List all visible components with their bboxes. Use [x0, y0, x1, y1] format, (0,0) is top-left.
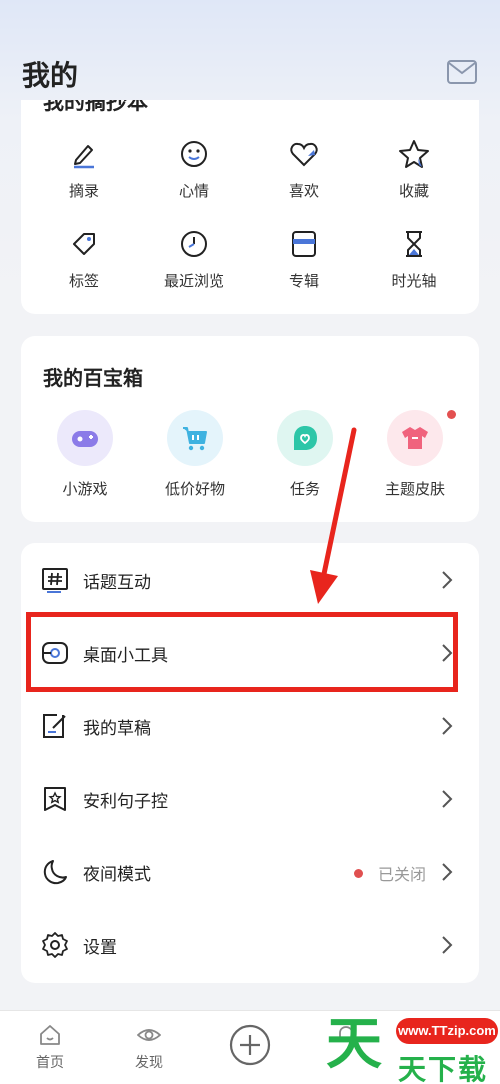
watermark-logo: 天 — [326, 1012, 382, 1077]
watermark: 天 www.TTzip.com 天下载 — [322, 1008, 500, 1084]
chevron-right-icon — [442, 790, 453, 808]
hourglass-icon — [406, 231, 422, 257]
notebook-item-tag[interactable]: 标签 — [29, 228, 139, 291]
notebook-item-label: 摘录 — [68, 182, 99, 200]
notebook-item-label: 时光轴 — [391, 272, 437, 290]
toolbox-item-themes[interactable]: 主题皮肤 — [360, 410, 470, 499]
night-mode-status: 已关闭 — [378, 865, 427, 884]
cart-icon — [167, 410, 223, 466]
album-icon — [292, 231, 316, 257]
menu-row-topics[interactable]: 话题互动 — [21, 543, 479, 616]
home-icon — [40, 1025, 60, 1045]
heart-icon — [290, 142, 318, 167]
menu-row-drafts[interactable]: 我的草稿 — [21, 689, 479, 762]
clock-icon — [181, 231, 207, 257]
highlight-box — [26, 612, 458, 692]
menu-row-label: 我的草稿 — [83, 719, 151, 739]
header: 我的 — [0, 0, 500, 110]
notebook-item-label: 最近浏览 — [163, 272, 224, 290]
notebook-item-label: 喜欢 — [288, 182, 319, 200]
notebook-item-label: 心情 — [178, 182, 209, 200]
chevron-right-icon — [442, 863, 453, 881]
shirt-icon — [387, 410, 443, 466]
notebook-item-label: 标签 — [68, 272, 99, 290]
toolbox-item-label: 低价好物 — [164, 480, 225, 498]
notebook-item-label: 收藏 — [398, 182, 429, 200]
annotation-arrow — [310, 427, 357, 604]
smile-icon — [181, 141, 207, 167]
notebook-item-like[interactable]: 喜欢 — [249, 138, 359, 201]
menu-row-label: 设置 — [83, 938, 117, 958]
toolbox-item-label: 小游戏 — [62, 480, 108, 498]
menu-row-night-mode[interactable]: 夜间模式 已关闭 — [21, 835, 479, 908]
notification-dot — [447, 410, 456, 419]
recommend-icon — [44, 787, 66, 811]
pen-icon — [74, 145, 94, 169]
nav-discover[interactable]: 发现 — [119, 1023, 179, 1072]
gamepad-icon — [57, 410, 113, 466]
notebook-title: 我的摘抄本 — [43, 100, 148, 114]
watermark-text: 天下载 — [398, 1053, 489, 1084]
toolbox-item-games[interactable]: 小游戏 — [30, 410, 140, 499]
menu-row-recommend[interactable]: 安利句子控 — [21, 762, 479, 835]
notebook-item-recent[interactable]: 最近浏览 — [139, 228, 249, 291]
nav-home[interactable]: 首页 — [20, 1023, 80, 1072]
menu-row-label: 夜间模式 — [83, 865, 151, 885]
status-dot — [354, 869, 363, 878]
plus-circle-icon[interactable] — [228, 1023, 272, 1067]
nav-label: 发现 — [135, 1055, 163, 1071]
chevron-right-icon — [442, 936, 453, 954]
notebook-item-excerpt[interactable]: 摘录 — [29, 138, 139, 201]
hashtag-icon — [42, 568, 68, 593]
watermark-url: www.TTzip.com — [396, 1018, 498, 1044]
notebook-item-timeline[interactable]: 时光轴 — [359, 228, 469, 291]
tag-icon — [73, 233, 95, 255]
toolbox-card: 我的百宝箱 小游戏 低价好物 任务 主题皮肤 — [21, 336, 479, 522]
notebook-item-favorite[interactable]: 收藏 — [359, 138, 469, 201]
menu-row-label: 话题互动 — [83, 573, 151, 593]
draft-icon — [43, 714, 66, 738]
notebook-item-mood[interactable]: 心情 — [139, 138, 249, 201]
mail-icon[interactable] — [446, 58, 478, 86]
menu-row-label: 安利句子控 — [83, 792, 168, 812]
notebook-item-album[interactable]: 专辑 — [249, 228, 359, 291]
menu-card: 话题互动 桌面小工具 我的草稿 安利句子控 夜间模式 已关闭 设置 — [21, 543, 479, 983]
page-title: 我的 — [22, 59, 79, 92]
chevron-right-icon — [442, 571, 453, 589]
nav-label: 首页 — [36, 1055, 64, 1071]
chevron-right-icon — [442, 717, 453, 735]
star-icon — [399, 140, 429, 168]
toolbox-item-deals[interactable]: 低价好物 — [140, 410, 250, 499]
gear-icon — [42, 932, 68, 958]
toolbox-title: 我的百宝箱 — [43, 366, 143, 390]
toolbox-item-label: 主题皮肤 — [384, 480, 445, 498]
notebook-card: 我的摘抄本 摘录 心情 喜欢 收藏 标签 最近浏览 专辑 时光轴 — [21, 100, 479, 314]
menu-row-settings[interactable]: 设置 — [21, 908, 479, 981]
eye-icon — [137, 1029, 161, 1041]
moon-icon — [43, 860, 67, 885]
notebook-item-label: 专辑 — [288, 272, 319, 290]
